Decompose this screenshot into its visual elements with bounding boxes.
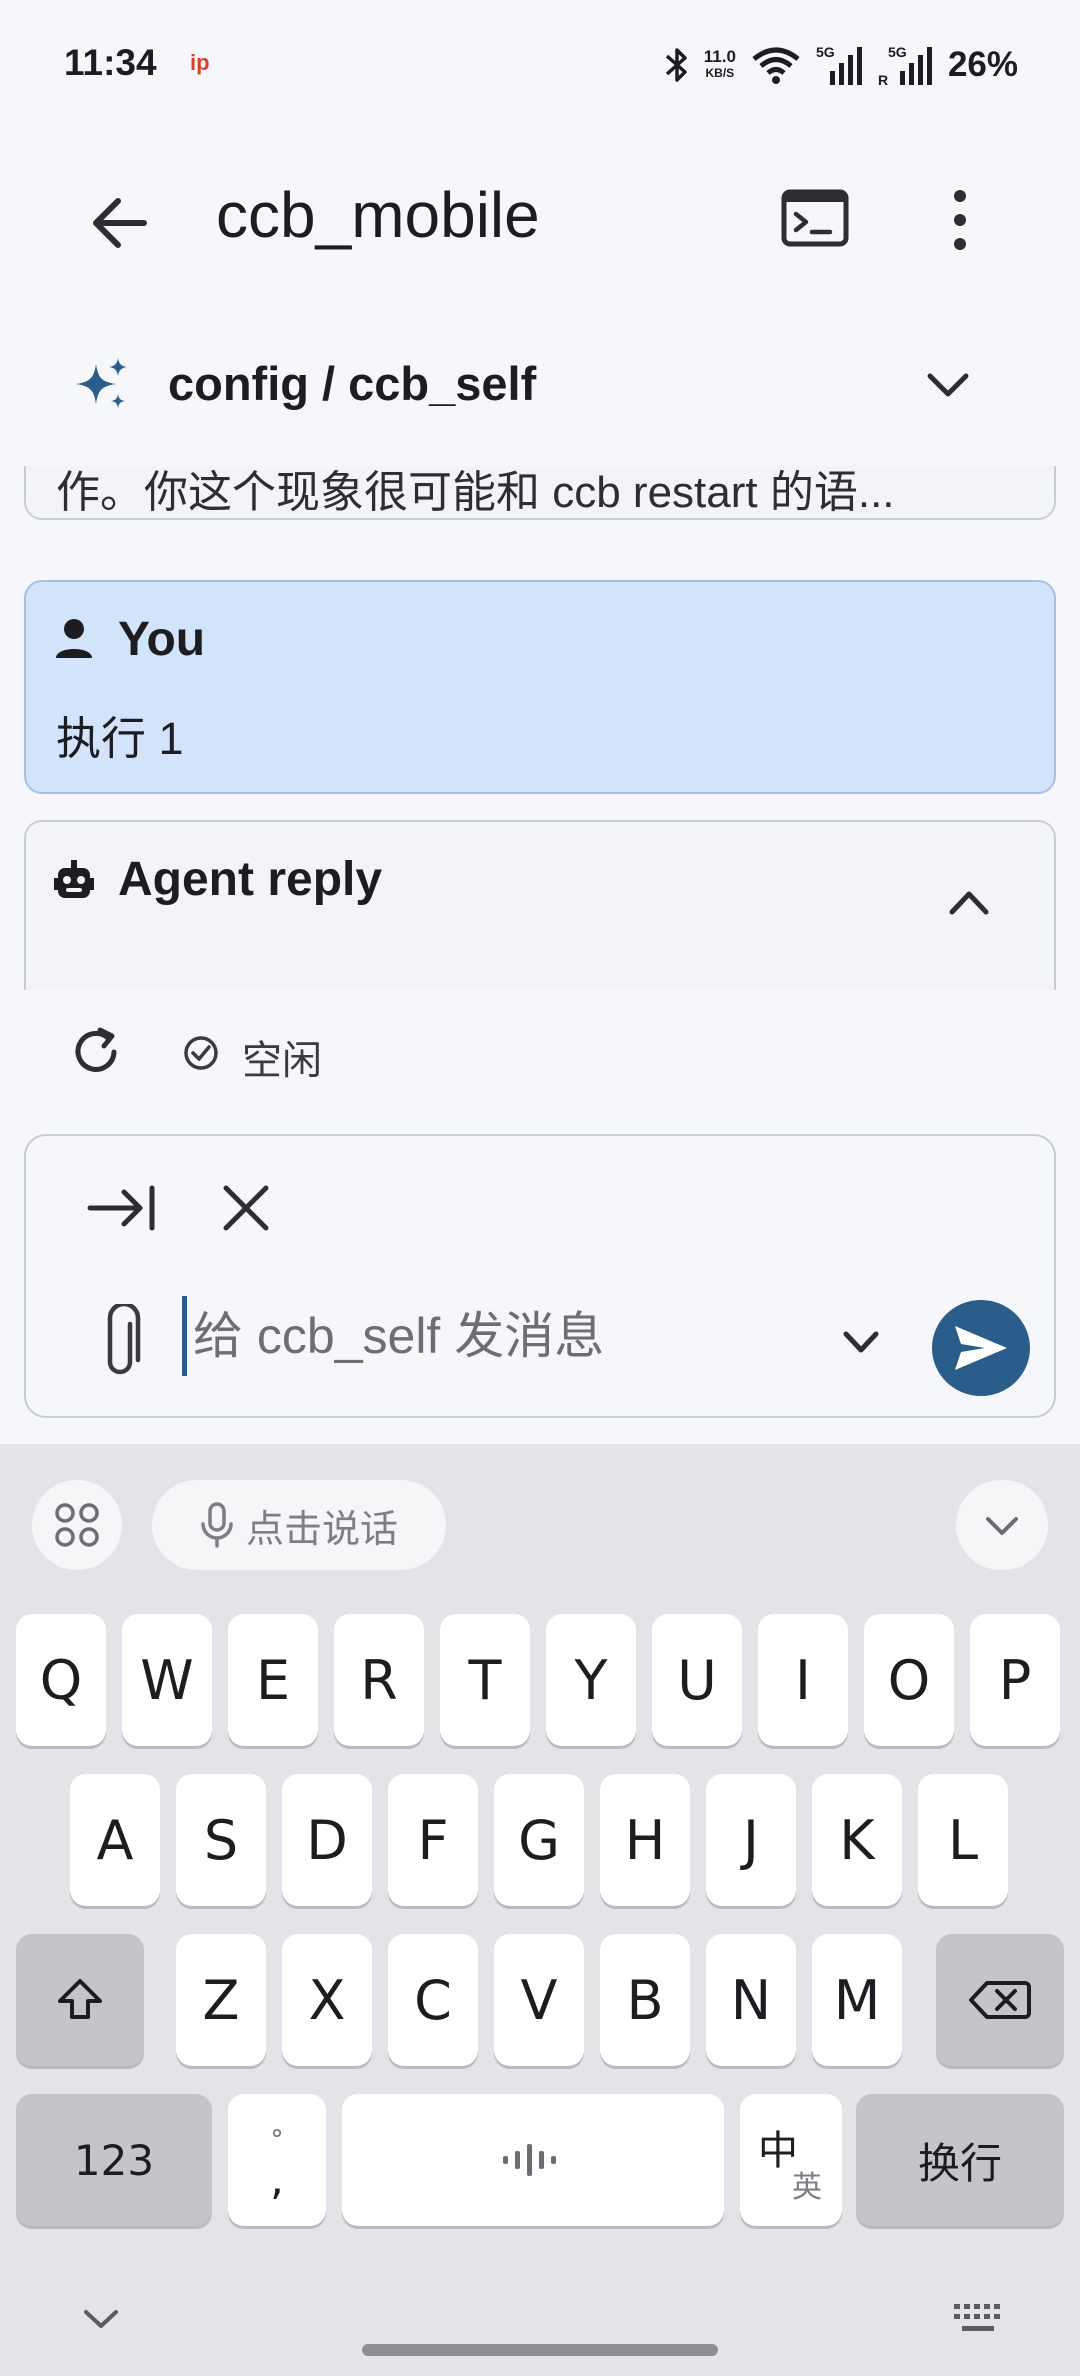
previous-message-text: 作。你这个现象很可能和 ccb restart 的语... xyxy=(56,468,895,517)
microphone-icon xyxy=(201,1502,233,1548)
key-r[interactable]: R xyxy=(334,1614,424,1746)
key-y[interactable]: Y xyxy=(546,1614,636,1746)
session-selector[interactable]: config / ccb_self xyxy=(0,330,1080,440)
user-message-text: 执行 1 xyxy=(56,713,184,764)
key-k[interactable]: K xyxy=(812,1774,902,1906)
terminal-icon[interactable] xyxy=(780,188,850,248)
key-b[interactable]: B xyxy=(600,1934,690,2066)
soft-keyboard: 点击说话 Q W E R T Y U I O P A S D F G H J K… xyxy=(0,1444,1080,2376)
voice-input-button[interactable]: 点击说话 xyxy=(152,1480,446,1570)
key-a[interactable]: A xyxy=(70,1774,160,1906)
language-alt-label: 英 xyxy=(792,2170,822,2205)
user-message-label: You xyxy=(118,613,206,666)
svg-text:5G: 5G xyxy=(888,44,907,60)
send-icon xyxy=(955,1326,1007,1370)
key-z[interactable]: Z xyxy=(176,1934,266,2066)
chevron-down-icon[interactable] xyxy=(838,1322,884,1362)
keyboard-icon[interactable] xyxy=(952,2302,1004,2336)
net-speed-unit: KB/S xyxy=(705,66,735,80)
key-l[interactable]: L xyxy=(918,1774,1008,1906)
back-arrow-icon[interactable] xyxy=(82,185,158,261)
backspace-icon xyxy=(969,1981,1031,2019)
message-input[interactable] xyxy=(182,1296,822,1376)
key-v[interactable]: V xyxy=(494,1934,584,2066)
signal-5g-roaming-icon: R5G xyxy=(878,44,932,87)
agent-message-label: Agent reply xyxy=(118,853,383,906)
send-button[interactable] xyxy=(932,1300,1030,1396)
page-title: ccb_mobile xyxy=(216,179,540,251)
agent-message-header: Agent reply xyxy=(54,852,382,907)
wifi-icon xyxy=(752,47,800,84)
key-c[interactable]: C xyxy=(388,1934,478,2066)
key-j[interactable]: J xyxy=(706,1774,796,1906)
punctuation-key[interactable]: ° , xyxy=(228,2094,326,2226)
bluetooth-icon xyxy=(665,48,687,82)
app-notification-icon: ip xyxy=(190,50,210,75)
key-d[interactable]: D xyxy=(282,1774,372,1906)
key-n[interactable]: N xyxy=(706,1934,796,2066)
chevron-down-icon[interactable] xyxy=(78,2304,124,2334)
robot-icon xyxy=(54,859,94,898)
signal-5g-icon: 5G xyxy=(816,44,862,85)
key-w[interactable]: W xyxy=(122,1614,212,1746)
shift-key[interactable] xyxy=(16,1934,144,2066)
waveform-icon xyxy=(503,2144,556,2176)
status-icons: 11.0 KB/S 5G R 5G 26% xyxy=(664,40,1018,90)
session-title: config / ccb_self xyxy=(168,357,537,410)
previous-message-card[interactable]: 作。你这个现象很可能和 ccb restart 的语... xyxy=(24,466,1056,520)
more-vert-icon[interactable] xyxy=(938,182,982,258)
chevron-up-icon[interactable] xyxy=(944,882,994,922)
battery-level: 26% xyxy=(947,45,1018,84)
key-x[interactable]: X xyxy=(282,1934,372,2066)
key-u[interactable]: U xyxy=(652,1614,742,1746)
check-circle-icon xyxy=(184,1036,218,1070)
agent-state-label: 空闲 xyxy=(242,1039,322,1083)
collapse-keyboard-button[interactable] xyxy=(956,1480,1048,1570)
app-bar: ccb_mobile xyxy=(0,130,1080,305)
home-indicator[interactable] xyxy=(362,2344,718,2356)
person-icon xyxy=(56,618,92,658)
key-p[interactable]: P xyxy=(970,1614,1060,1746)
key-h[interactable]: H xyxy=(600,1774,690,1906)
user-message-header: You xyxy=(54,612,205,667)
enter-key[interactable]: 换行 xyxy=(856,2094,1064,2226)
sparkle-icon xyxy=(76,358,127,408)
grid-icon xyxy=(55,1503,99,1547)
net-speed-value: 11.0 xyxy=(703,47,736,66)
key-o[interactable]: O xyxy=(864,1614,954,1746)
chevron-down-icon[interactable] xyxy=(922,364,974,408)
voice-input-label: 点击说话 xyxy=(245,1508,398,1551)
key-i[interactable]: I xyxy=(758,1614,848,1746)
close-icon[interactable] xyxy=(216,1178,276,1238)
key-g[interactable]: G xyxy=(494,1774,584,1906)
tab-key-icon[interactable] xyxy=(86,1178,158,1238)
attach-icon[interactable] xyxy=(96,1304,146,1384)
svg-text:R: R xyxy=(878,72,888,87)
punctuation-key-bottom: , xyxy=(270,2154,284,2205)
chat-messages[interactable]: 作。你这个现象很可能和 ccb restart 的语... You 执行 1 A… xyxy=(0,466,1080,990)
message-composer xyxy=(24,1134,1056,1418)
user-message-card[interactable]: You 执行 1 xyxy=(24,580,1056,794)
chevron-down-icon xyxy=(986,1517,1018,1535)
agent-status-row: 空闲 xyxy=(0,990,1080,1116)
net-speed: 11.0 KB/S xyxy=(704,48,736,82)
backspace-key[interactable] xyxy=(936,1934,1064,2066)
key-s[interactable]: S xyxy=(176,1774,266,1906)
status-time: 11:34 xyxy=(64,42,157,83)
language-switch-key[interactable]: 中 英 xyxy=(740,2094,842,2226)
keyboard-menu-button[interactable] xyxy=(32,1480,122,1570)
key-q[interactable]: Q xyxy=(16,1614,106,1746)
shift-icon xyxy=(58,1979,102,2019)
numbers-key[interactable]: 123 xyxy=(16,2094,212,2226)
status-bar: 11:34 ip 11.0 KB/S 5G R 5G 26% xyxy=(0,0,1080,130)
key-m[interactable]: M xyxy=(812,1934,902,2066)
agent-message-card[interactable]: Agent reply xyxy=(24,820,1056,990)
space-key[interactable] xyxy=(342,2094,724,2226)
refresh-icon[interactable] xyxy=(70,1026,122,1078)
key-t[interactable]: T xyxy=(440,1614,530,1746)
key-f[interactable]: F xyxy=(388,1774,478,1906)
key-e[interactable]: E xyxy=(228,1614,318,1746)
svg-text:5G: 5G xyxy=(816,44,835,60)
